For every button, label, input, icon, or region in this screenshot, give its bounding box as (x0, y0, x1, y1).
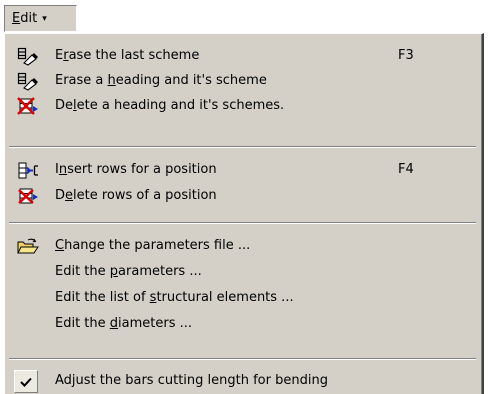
delete-heading-icon (17, 97, 39, 117)
edit-dropdown-menu: Erase the last scheme F3 Erase a heading… (4, 33, 484, 394)
shortcut-label: F4 (398, 162, 414, 177)
menu-item-label: Delete a heading and it's schemes. (55, 98, 285, 113)
edit-menu-button[interactable]: Edit ▾ (4, 5, 77, 32)
edit-menu-label: Edit (12, 11, 38, 26)
erase-scheme-icon (17, 47, 39, 67)
check-icon (14, 370, 38, 393)
menu-item-label: Adjust the bars cutting length for bendi… (55, 373, 328, 388)
shortcut-label: F3 (398, 48, 414, 63)
menu-separator (9, 222, 476, 224)
erase-heading-icon (17, 72, 39, 92)
menu-item-change-parameters-file[interactable]: Change the parameters file ... (5, 234, 480, 259)
menu-item-label: Delete rows of a position (55, 188, 217, 203)
menu-item-erase-last-scheme[interactable]: Erase the last scheme F3 (5, 44, 480, 69)
menu-item-adjust-cutting-length[interactable]: Adjust the bars cutting length for bendi… (5, 369, 480, 394)
menu-item-label: Change the parameters file ... (55, 238, 251, 253)
menu-item-label: Edit the list of structural elements ... (55, 290, 294, 305)
menu-item-label: Erase the last scheme (55, 48, 200, 63)
menu-item-label: Insert rows for a position (55, 162, 217, 177)
menu-item-label: Edit the parameters ... (55, 264, 202, 279)
menu-item-label: Edit the diameters ... (55, 316, 193, 331)
screen: Edit ▾ Erase the last scheme F3 Erase a … (0, 0, 493, 394)
open-folder-icon (17, 237, 39, 257)
menu-item-insert-rows[interactable]: Insert rows for a position F4 (5, 158, 480, 183)
menu-item-edit-parameters[interactable]: Edit the parameters ... (5, 260, 480, 285)
menu-item-edit-diameters[interactable]: Edit the diameters ... (5, 312, 480, 337)
menu-separator (9, 358, 476, 360)
menu-item-delete-rows[interactable]: Delete rows of a position (5, 184, 480, 209)
menu-item-erase-heading[interactable]: Erase a heading and it's scheme (5, 69, 480, 94)
delete-rows-icon (17, 187, 39, 207)
dropdown-arrow-icon: ▾ (42, 14, 47, 24)
menu-separator (9, 146, 476, 148)
insert-rows-icon (17, 161, 39, 181)
menu-item-edit-structural-elements[interactable]: Edit the list of structural elements ... (5, 286, 480, 311)
menu-item-delete-heading[interactable]: Delete a heading and it's schemes. (5, 94, 480, 119)
menu-item-label: Erase a heading and it's scheme (55, 73, 267, 88)
